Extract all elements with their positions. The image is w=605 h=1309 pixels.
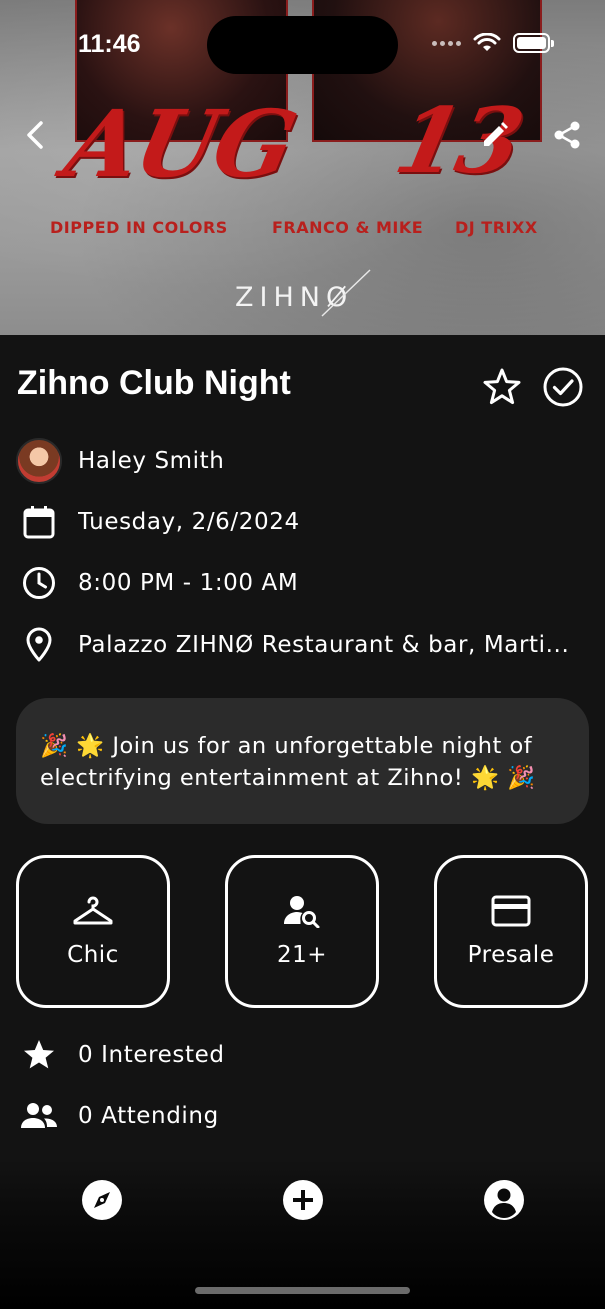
location-pin-icon <box>26 627 52 662</box>
chevron-left-icon <box>27 121 43 149</box>
star-filled-icon <box>24 1040 54 1069</box>
rsvp-button[interactable] <box>542 366 584 408</box>
person-search-icon <box>284 896 320 928</box>
bottom-nav <box>0 1160 605 1309</box>
nav-profile[interactable] <box>482 1178 526 1222</box>
nav-create-event[interactable] <box>281 1178 325 1222</box>
lineup-artist: FRANCO & MIKE <box>272 218 424 237</box>
dynamic-island <box>207 16 398 74</box>
event-description: 🎉 🌟 Join us for an unforgettable night o… <box>16 698 589 824</box>
host-name: Haley Smith <box>78 448 225 474</box>
clock-icon <box>23 567 55 599</box>
edit-button[interactable] <box>476 116 514 154</box>
logo-slash <box>321 269 371 317</box>
location-row[interactable]: Palazzo ZIHNØ Restaurant & bar, Marti... <box>16 623 591 667</box>
dress-code-label: Chic <box>67 942 119 968</box>
event-cover-image: AUG 13 DIPPED IN COLORS FRANCO & MIKE DJ… <box>0 0 605 335</box>
tickets-label: Presale <box>467 942 555 968</box>
age-label: 21+ <box>276 942 328 968</box>
pencil-icon <box>484 122 508 146</box>
event-title: Zihno Club Night <box>17 364 291 402</box>
interested-count: 0 Interested <box>78 1042 225 1068</box>
calendar-icon <box>23 506 55 539</box>
home-indicator[interactable] <box>195 1287 410 1294</box>
cover-headline-left: AUG <box>56 90 304 198</box>
dress-code-tile[interactable]: Chic <box>16 855 170 1008</box>
lineup-artist: DJ TRIXX <box>455 218 538 237</box>
status-icons <box>432 33 554 53</box>
share-icon <box>554 121 580 149</box>
date-row: Tuesday, 2/6/2024 <box>16 500 591 544</box>
event-time: 8:00 PM - 1:00 AM <box>78 570 299 596</box>
favorite-button[interactable] <box>481 366 523 408</box>
compass-icon <box>82 1180 122 1220</box>
star-outline-icon <box>483 368 521 405</box>
account-circle-icon <box>484 1180 524 1220</box>
event-date: Tuesday, 2/6/2024 <box>78 509 300 535</box>
back-button[interactable] <box>17 116 55 154</box>
time-row: 8:00 PM - 1:00 AM <box>16 561 591 605</box>
nav-explore[interactable] <box>80 1178 124 1222</box>
age-tile[interactable]: 21+ <box>225 855 379 1008</box>
avatar <box>16 438 62 484</box>
attending-row[interactable]: 0 Attending <box>16 1094 219 1138</box>
share-button[interactable] <box>548 116 586 154</box>
lineup-artist: DIPPED IN COLORS <box>50 218 228 237</box>
check-circle-icon <box>543 367 583 407</box>
event-location: Palazzo ZIHNØ Restaurant & bar, Marti... <box>78 632 570 658</box>
credit-card-icon <box>491 895 531 927</box>
people-icon <box>21 1103 57 1128</box>
host-row[interactable]: Haley Smith <box>16 438 591 484</box>
cellular-icon <box>432 40 461 46</box>
wifi-icon <box>473 33 501 51</box>
battery-icon <box>513 33 554 53</box>
attending-count: 0 Attending <box>78 1103 219 1129</box>
tickets-tile[interactable]: Presale <box>434 855 588 1008</box>
hanger-icon <box>73 896 113 925</box>
interested-row[interactable]: 0 Interested <box>16 1033 225 1077</box>
plus-circle-icon <box>283 1180 323 1220</box>
status-time: 11:46 <box>78 30 141 58</box>
